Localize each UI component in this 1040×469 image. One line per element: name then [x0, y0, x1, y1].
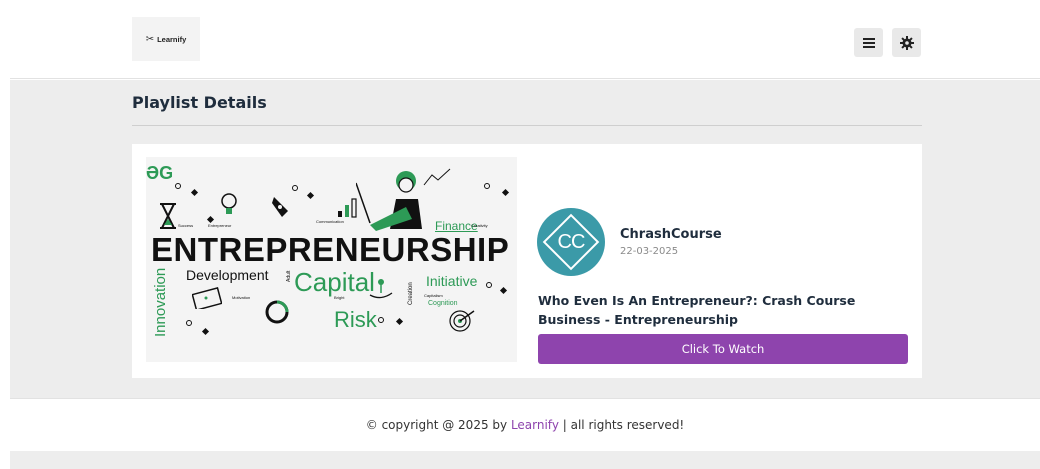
thumbnail-word: Initiative	[426, 273, 478, 289]
thumbnail-decoration	[186, 320, 192, 326]
thumbnail-decoration	[484, 183, 490, 189]
theme-toggle-button[interactable]	[892, 28, 921, 57]
thumbnail-word: Innovation	[152, 267, 169, 337]
bottom-strip	[10, 451, 1040, 469]
logo[interactable]: ✂ Learnify	[132, 17, 200, 61]
video-title: Who Even Is An Entrepreneur?: Crash Cour…	[538, 293, 856, 327]
avatar-text: CC	[557, 230, 585, 253]
watch-button[interactable]: Click To Watch	[538, 334, 908, 364]
thumbnail-headline: ENTREPRENEURSHIP	[151, 231, 510, 268]
menu-button[interactable]	[854, 28, 883, 57]
hourglass-icon	[160, 203, 176, 229]
thumbnail-word: Adult	[286, 270, 292, 282]
thumbnail-brand-mark: ƏG	[146, 163, 174, 183]
playlist-card: ƏG Success Entrepreneur Communication Fi…	[132, 144, 922, 378]
thumbnail-word: Motivation	[232, 295, 251, 300]
thumbnail-word: Entrepreneur	[208, 223, 232, 228]
logo-text: Learnify	[157, 34, 187, 44]
hamburger-icon	[862, 37, 875, 48]
thumbnail-decoration	[190, 188, 199, 197]
thumbnail-decoration	[486, 282, 492, 288]
footer-suffix: | all rights reserved!	[558, 418, 685, 432]
thumbnail-decoration	[395, 317, 404, 326]
rocket-icon	[272, 197, 288, 217]
footer-brand-link[interactable]: Learnify	[511, 418, 559, 432]
channel-avatar[interactable]: CC	[537, 208, 605, 276]
thumbnail-word: Communication	[316, 219, 344, 224]
thumbnail-word: Cognition	[428, 300, 458, 307]
footer: © copyright @ 2025 by Learnify | all rig…	[10, 398, 1040, 451]
main-content: Playlist Details ƏG Success Entrepreneur…	[10, 80, 1040, 398]
thumbnail-word: Risk	[334, 307, 377, 332]
thumbnail-decoration	[499, 286, 508, 295]
thumbnail-decoration	[175, 183, 181, 189]
page-title: Playlist Details	[132, 93, 267, 112]
thumbnail-decoration	[378, 317, 384, 323]
header: ✂ Learnify	[10, 0, 1040, 79]
divider	[132, 125, 922, 126]
thumbnail-decoration	[206, 215, 215, 224]
thumbnail-word: Development	[186, 267, 269, 283]
publish-date: 22-03-2025	[620, 246, 679, 257]
video-thumbnail[interactable]: ƏG Success Entrepreneur Communication Fi…	[146, 157, 517, 362]
gear-icon	[899, 35, 914, 50]
channel-name[interactable]: ChrashCourse	[620, 227, 722, 242]
thumbnail-word: Capital	[294, 267, 375, 297]
thumbnail-decoration	[201, 327, 210, 336]
thumbnail-decoration	[501, 188, 510, 197]
plant-hand-icon	[369, 279, 393, 299]
target-icon	[449, 310, 475, 332]
thumbnail-decoration	[306, 191, 315, 200]
thumbnail-word: Bright	[334, 295, 345, 300]
trend-line-icon	[423, 168, 451, 186]
thumbnail-word: Capitalism	[424, 293, 443, 298]
scissors-icon: ✂	[145, 33, 155, 45]
thumbnail-word: Creativity	[471, 223, 488, 228]
pie-chart-icon	[265, 300, 289, 324]
thumbnail-word: Creation	[408, 282, 414, 305]
avatar-frame: CC	[542, 213, 600, 271]
lightbulb-icon	[221, 193, 237, 214]
thumbnail-word: Success	[178, 223, 194, 228]
footer-prefix: © copyright @ 2025 by	[365, 418, 511, 432]
briefcase-icon	[192, 286, 222, 309]
thumbnail-decoration	[292, 185, 298, 191]
